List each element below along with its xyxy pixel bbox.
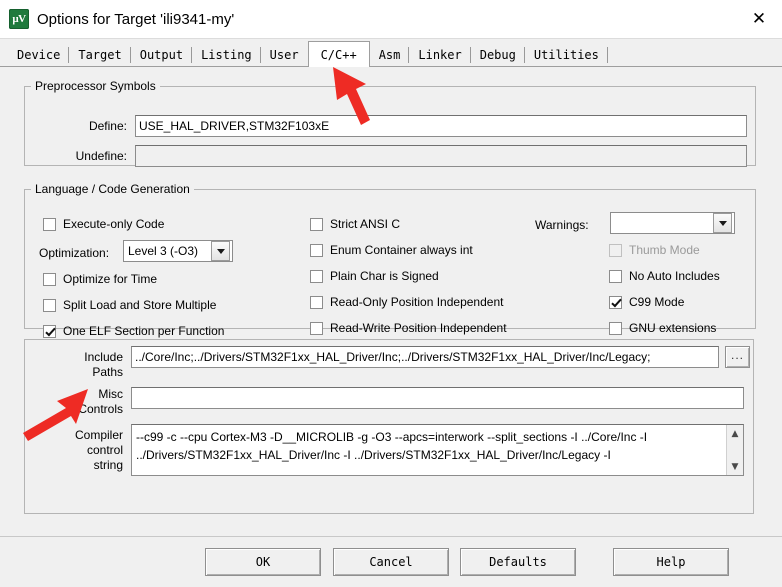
tab-c-cpp[interactable]: C/C++ (307, 41, 370, 67)
checkbox-box-gnu-extensions (609, 321, 622, 335)
checkbox-box-enum-container-always-int (310, 243, 323, 257)
checkbox-thumb-mode: Thumb Mode (609, 242, 700, 258)
define-label: Define: (88, 119, 127, 133)
checkbox-label-one-elf-section-per-function: One ELF Section per Function (63, 324, 225, 338)
checkbox-box-read-only-position-independent (310, 295, 323, 309)
checkbox-box-no-auto-includes (609, 269, 622, 283)
scroll-down-icon[interactable]: ▼ (727, 458, 743, 475)
tab-listing[interactable]: Listing (192, 44, 261, 66)
checkbox-c99-mode[interactable]: C99 Mode (609, 294, 684, 310)
compiler-control-label-line1: Compiler (74, 428, 123, 442)
checkbox-label-c99-mode: C99 Mode (629, 295, 685, 309)
optimization-value: Level 3 (-O3) (128, 244, 199, 258)
checkbox-enum-container-always-int[interactable]: Enum Container always int (310, 242, 473, 258)
app-icon-glyph: µV (12, 13, 26, 25)
checkbox-execute-only-code[interactable]: Execute-only Code (43, 216, 164, 232)
checkbox-label-read-write-position-independent: Read-Write Position Independent (330, 321, 507, 335)
tab-target[interactable]: Target (69, 44, 132, 66)
checkbox-label-optimize-for-time: Optimize for Time (63, 272, 158, 286)
checkbox-box-plain-char-is-signed (310, 269, 323, 283)
tab-utilities[interactable]: Utilities (524, 44, 608, 66)
language-code-generation-group: Language / Code Generation Execute-only … (24, 182, 756, 338)
checkbox-box-one-elf-section-per-function (43, 324, 56, 338)
title-bar: µV Options for Target 'ili9341-my' ✕ (0, 0, 782, 39)
tab-strip: Device Target Output Listing User C/C++ … (0, 39, 782, 67)
help-button[interactable]: Help (613, 548, 729, 576)
checkbox-label-gnu-extensions: GNU extensions (629, 321, 717, 335)
scroll-up-icon[interactable]: ▲ (727, 425, 743, 442)
checkbox-plain-char-is-signed[interactable]: Plain Char is Signed (310, 268, 439, 284)
checkbox-read-only-position-independent[interactable]: Read-Only Position Independent (310, 294, 503, 310)
include-paths-label-line1: Include (84, 350, 123, 364)
compiler-control-string-box[interactable]: --c99 -c --cpu Cortex-M3 -D__MICROLIB -g… (131, 424, 744, 476)
optimization-dropdown[interactable]: Level 3 (-O3) (123, 240, 233, 262)
checkbox-label-execute-only-code: Execute-only Code (63, 217, 165, 231)
tab-asm[interactable]: Asm (369, 44, 410, 66)
checkbox-no-auto-includes[interactable]: No Auto Includes (609, 268, 720, 284)
checkbox-label-enum-container-always-int: Enum Container always int (330, 243, 473, 257)
checkbox-box-split-load-and-store-multiple (43, 298, 56, 312)
keil-uvision-icon: µV (9, 9, 29, 29)
checkbox-split-load-and-store-multiple[interactable]: Split Load and Store Multiple (43, 297, 216, 313)
tab-device[interactable]: Device (8, 44, 70, 66)
checkbox-box-execute-only-code (43, 217, 56, 231)
optimization-label: Optimization: (39, 246, 110, 260)
cancel-button[interactable]: Cancel (333, 548, 449, 576)
preprocessor-symbols-group: Preprocessor Symbols Define: Undefine: (24, 79, 756, 167)
compiler-control-label-line2: control (86, 443, 123, 457)
close-icon[interactable]: ✕ (736, 0, 782, 38)
preprocessor-legend: Preprocessor Symbols (35, 79, 156, 93)
checkbox-box-optimize-for-time (43, 272, 56, 286)
defaults-button[interactable]: Defaults (460, 548, 576, 576)
include-paths-input[interactable] (131, 346, 719, 368)
checkbox-label-read-only-position-independent: Read-Only Position Independent (330, 295, 504, 309)
window-title: Options for Target 'ili9341-my' (37, 10, 235, 28)
chevron-down-icon[interactable] (713, 213, 732, 233)
checkbox-label-no-auto-includes: No Auto Includes (629, 269, 720, 283)
misc-controls-label-line2: Controls (78, 402, 123, 416)
tab-linker[interactable]: Linker (409, 44, 472, 66)
checkbox-label-split-load-and-store-multiple: Split Load and Store Multiple (63, 298, 217, 312)
tab-output[interactable]: Output (130, 44, 193, 66)
compiler-control-scrollbar[interactable]: ▲ ▼ (726, 425, 743, 475)
include-paths-label-line2: Paths (92, 365, 123, 379)
ok-button[interactable]: OK (205, 548, 321, 576)
checkbox-box-c99-mode (609, 295, 622, 309)
language-legend: Language / Code Generation (35, 182, 190, 196)
tab-debug[interactable]: Debug (470, 44, 525, 66)
misc-controls-label-line1: Misc (98, 387, 123, 401)
paths-group: Include Paths ... Misc Controls Compiler… (24, 339, 754, 514)
compiler-control-label-line3: string (93, 458, 123, 472)
checkbox-optimize-for-time[interactable]: Optimize for Time (43, 271, 157, 287)
checkbox-box-strict-ansi-c (310, 217, 323, 231)
misc-controls-input[interactable] (131, 387, 744, 409)
compiler-control-string-text: --c99 -c --cpu Cortex-M3 -D__MICROLIB -g… (136, 430, 648, 462)
checkbox-one-elf-section-per-function[interactable]: One ELF Section per Function (43, 323, 224, 339)
include-paths-browse-button[interactable]: ... (725, 346, 750, 368)
scrollbar-track[interactable] (727, 442, 743, 458)
warnings-dropdown[interactable] (610, 212, 735, 234)
checkbox-read-write-position-independent[interactable]: Read-Write Position Independent (310, 320, 507, 336)
checkbox-strict-ansi-c[interactable]: Strict ANSI C (310, 216, 400, 232)
warnings-label: Warnings: (535, 218, 589, 232)
tab-user[interactable]: User (260, 44, 308, 66)
define-input[interactable] (135, 115, 747, 137)
checkbox-label-plain-char-is-signed: Plain Char is Signed (330, 269, 439, 283)
checkbox-label-thumb-mode: Thumb Mode (629, 243, 700, 257)
checkbox-label-strict-ansi-c: Strict ANSI C (330, 217, 401, 231)
dialog-button-bar: OK Cancel Defaults Help (0, 536, 782, 587)
undefine-input[interactable] (135, 145, 747, 167)
checkbox-box-thumb-mode (609, 243, 622, 257)
checkbox-box-read-write-position-independent (310, 321, 323, 335)
checkbox-gnu-extensions[interactable]: GNU extensions (609, 320, 716, 336)
chevron-down-icon[interactable] (211, 241, 230, 261)
dialog-body: Preprocessor Symbols Define: Undefine: L… (0, 67, 782, 587)
undefine-label: Undefine: (75, 149, 127, 163)
